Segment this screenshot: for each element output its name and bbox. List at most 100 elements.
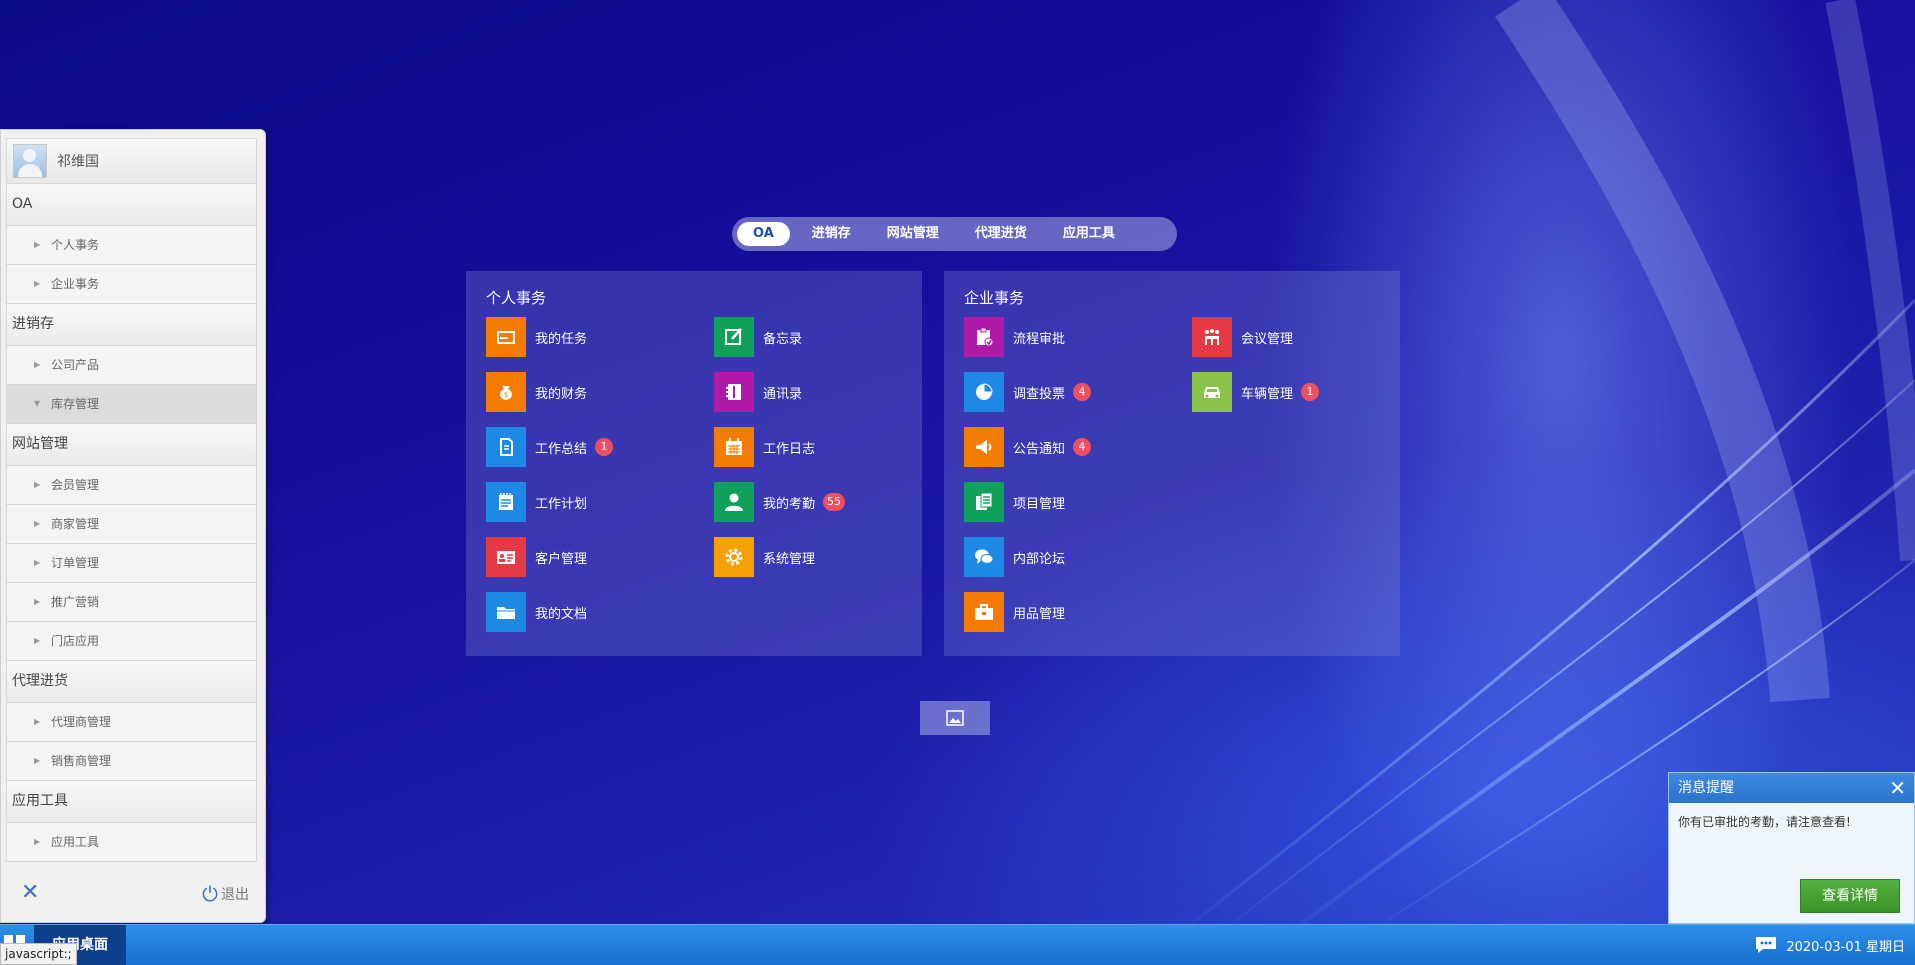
notification-message: 你有已审批的考勤，请注意查看!	[1678, 815, 1851, 829]
tab-website[interactable]: 网站管理	[873, 222, 953, 246]
app-label: 客户管理	[535, 551, 588, 567]
app-label: 我的考勤	[763, 496, 816, 512]
app-label: 备忘录	[763, 331, 803, 347]
picture-icon	[946, 710, 964, 726]
app-launcher-folder[interactable]: 我的文档	[486, 592, 714, 632]
folder-icon	[486, 592, 526, 632]
tab-agency[interactable]: 代理进货	[961, 222, 1041, 246]
app-label: 项目管理	[1013, 496, 1066, 512]
tab-tools[interactable]: 应用工具	[1049, 222, 1129, 246]
edit-icon	[714, 317, 754, 357]
menu-item-sellers[interactable]: ▶ 销售商管理	[6, 742, 257, 781]
app-label: 我的文档	[535, 606, 588, 622]
address-book-icon	[714, 372, 754, 412]
panel-title: 个人事务	[486, 289, 547, 307]
menu-item-company-products[interactable]: ▶ 公司产品	[6, 346, 257, 385]
app-launcher-user[interactable]: 我的考勤 55	[714, 482, 942, 522]
menu-group-oa[interactable]: OA	[6, 184, 257, 226]
close-sidebar-icon[interactable]: ✕	[21, 880, 39, 905]
logout-button[interactable]: ⏻ 退出	[202, 882, 249, 906]
avatar	[13, 144, 47, 178]
app-launcher-document[interactable]: 工作总结 1	[486, 427, 714, 467]
menu-group-website[interactable]: 网站管理	[6, 424, 257, 466]
app-grid: 我的任务 备忘录 $ 我的财务 通讯录 工作总结 1 工作日志 工作计划 我的考勤 55 客户管理 系统…	[486, 317, 922, 647]
user-icon	[714, 482, 754, 522]
power-icon: ⏻	[202, 882, 218, 906]
app-label: 用品管理	[1013, 606, 1066, 622]
app-label: 公告通知	[1013, 441, 1066, 457]
app-label: 会议管理	[1241, 331, 1294, 347]
menu-item-members[interactable]: ▶ 会员管理	[6, 466, 257, 505]
menu-item-agents[interactable]: ▶ 代理商管理	[6, 703, 257, 742]
tab-oa[interactable]: OA	[737, 222, 790, 246]
app-label: 我的任务	[535, 331, 588, 347]
category-tabs: OA 进销存 网站管理 代理进货 应用工具	[732, 217, 1177, 251]
app-launcher-chat-bubbles[interactable]: 内部论坛	[964, 537, 1192, 577]
menu-group-inventory[interactable]: 进销存	[6, 304, 257, 346]
view-details-button[interactable]: 查看详情	[1800, 879, 1900, 913]
menu-group-agency[interactable]: 代理进货	[6, 661, 257, 703]
app-launcher-envelope[interactable]: 我的任务	[486, 317, 714, 357]
caret-right-icon: ▶	[34, 279, 41, 288]
user-profile[interactable]: 祁维国	[6, 138, 257, 184]
sidebar-menu: 祁维国 OA ▶ 个人事务 ▶ 企业事务 进销存 ▶ 公司产品 ▼ 库存管理 网站管理 …	[0, 129, 266, 923]
user-name: 祁维国	[57, 154, 99, 170]
app-launcher-address-book[interactable]: 通讯录	[714, 372, 942, 412]
app-launcher-gear[interactable]: 系统管理	[714, 537, 942, 577]
app-label: 工作日志	[763, 441, 816, 457]
gear-icon	[714, 537, 754, 577]
menu-item-tools[interactable]: ▶ 应用工具	[6, 823, 257, 862]
caret-down-icon: ▼	[34, 399, 41, 408]
menu-item-orders[interactable]: ▶ 订单管理	[6, 544, 257, 583]
caret-right-icon: ▶	[34, 636, 41, 645]
app-launcher-documents[interactable]: 项目管理	[964, 482, 1192, 522]
caret-right-icon: ▶	[34, 360, 41, 369]
app-label: 流程审批	[1013, 331, 1066, 347]
app-launcher-megaphone[interactable]: 公告通知 4	[964, 427, 1192, 467]
app-grid: 流程审批 会议管理 调查投票 4 车辆管理 1 公告通知 4 项目管理 内部论坛 用品管理	[964, 317, 1400, 647]
chat-bubbles-icon	[964, 537, 1004, 577]
notification-popup: 消息提醒 ✕ 你有已审批的考勤，请注意查看! 查看详情	[1668, 772, 1915, 924]
money-bag-icon: $	[486, 372, 526, 412]
sidebar-nav: OA ▶ 个人事务 ▶ 企业事务 进销存 ▶ 公司产品 ▼ 库存管理 网站管理 ▶ 会员管…	[6, 184, 257, 862]
menu-item-personal-affairs[interactable]: ▶ 个人事务	[6, 226, 257, 265]
car-icon	[1192, 372, 1232, 412]
id-card-icon	[486, 537, 526, 577]
app-launcher-money-bag[interactable]: $ 我的财务	[486, 372, 714, 412]
menu-item-merchants[interactable]: ▶ 商家管理	[6, 505, 257, 544]
app-launcher-calendar[interactable]: 工作日志	[714, 427, 942, 467]
menu-item-marketing[interactable]: ▶ 推广营销	[6, 583, 257, 622]
tab-inventory[interactable]: 进销存	[798, 222, 865, 246]
pie-chart-icon	[964, 372, 1004, 412]
app-launcher-meeting[interactable]: 会议管理	[1192, 317, 1420, 357]
notification-badge: 1	[1301, 383, 1320, 401]
menu-item-stock-management[interactable]: ▼ 库存管理	[6, 385, 257, 424]
app-label: 工作计划	[535, 496, 588, 512]
empty-cell	[1192, 427, 1420, 482]
app-label: 工作总结	[535, 441, 588, 457]
app-launcher-briefcase[interactable]: 用品管理	[964, 592, 1192, 632]
app-label: 我的财务	[535, 386, 588, 402]
svg-text:$: $	[504, 391, 508, 399]
envelope-icon	[486, 317, 526, 357]
app-launcher-id-card[interactable]: 客户管理	[486, 537, 714, 577]
empty-cell	[1192, 537, 1420, 592]
caret-right-icon: ▶	[34, 597, 41, 606]
menu-item-store-apps[interactable]: ▶ 门店应用	[6, 622, 257, 661]
app-label: 系统管理	[763, 551, 816, 567]
change-wallpaper-button[interactable]	[920, 701, 990, 735]
close-icon[interactable]: ✕	[1889, 773, 1906, 803]
app-launcher-edit[interactable]: 备忘录	[714, 317, 942, 357]
notepad-icon	[486, 482, 526, 522]
app-launcher-pie-chart[interactable]: 调查投票 4	[964, 372, 1192, 412]
taskbar: 应用桌面 2020-03-01 星期日	[0, 924, 1915, 965]
menu-group-tools[interactable]: 应用工具	[6, 781, 257, 823]
app-launcher-clipboard-check[interactable]: 流程审批	[964, 317, 1192, 357]
app-launcher-car[interactable]: 车辆管理 1	[1192, 372, 1420, 412]
menu-item-enterprise-affairs[interactable]: ▶ 企业事务	[6, 265, 257, 304]
caret-right-icon: ▶	[34, 240, 41, 249]
app-label: 调查投票	[1013, 386, 1066, 402]
notification-header: 消息提醒 ✕	[1669, 773, 1914, 803]
message-icon[interactable]	[1754, 935, 1778, 955]
app-launcher-notepad[interactable]: 工作计划	[486, 482, 714, 522]
